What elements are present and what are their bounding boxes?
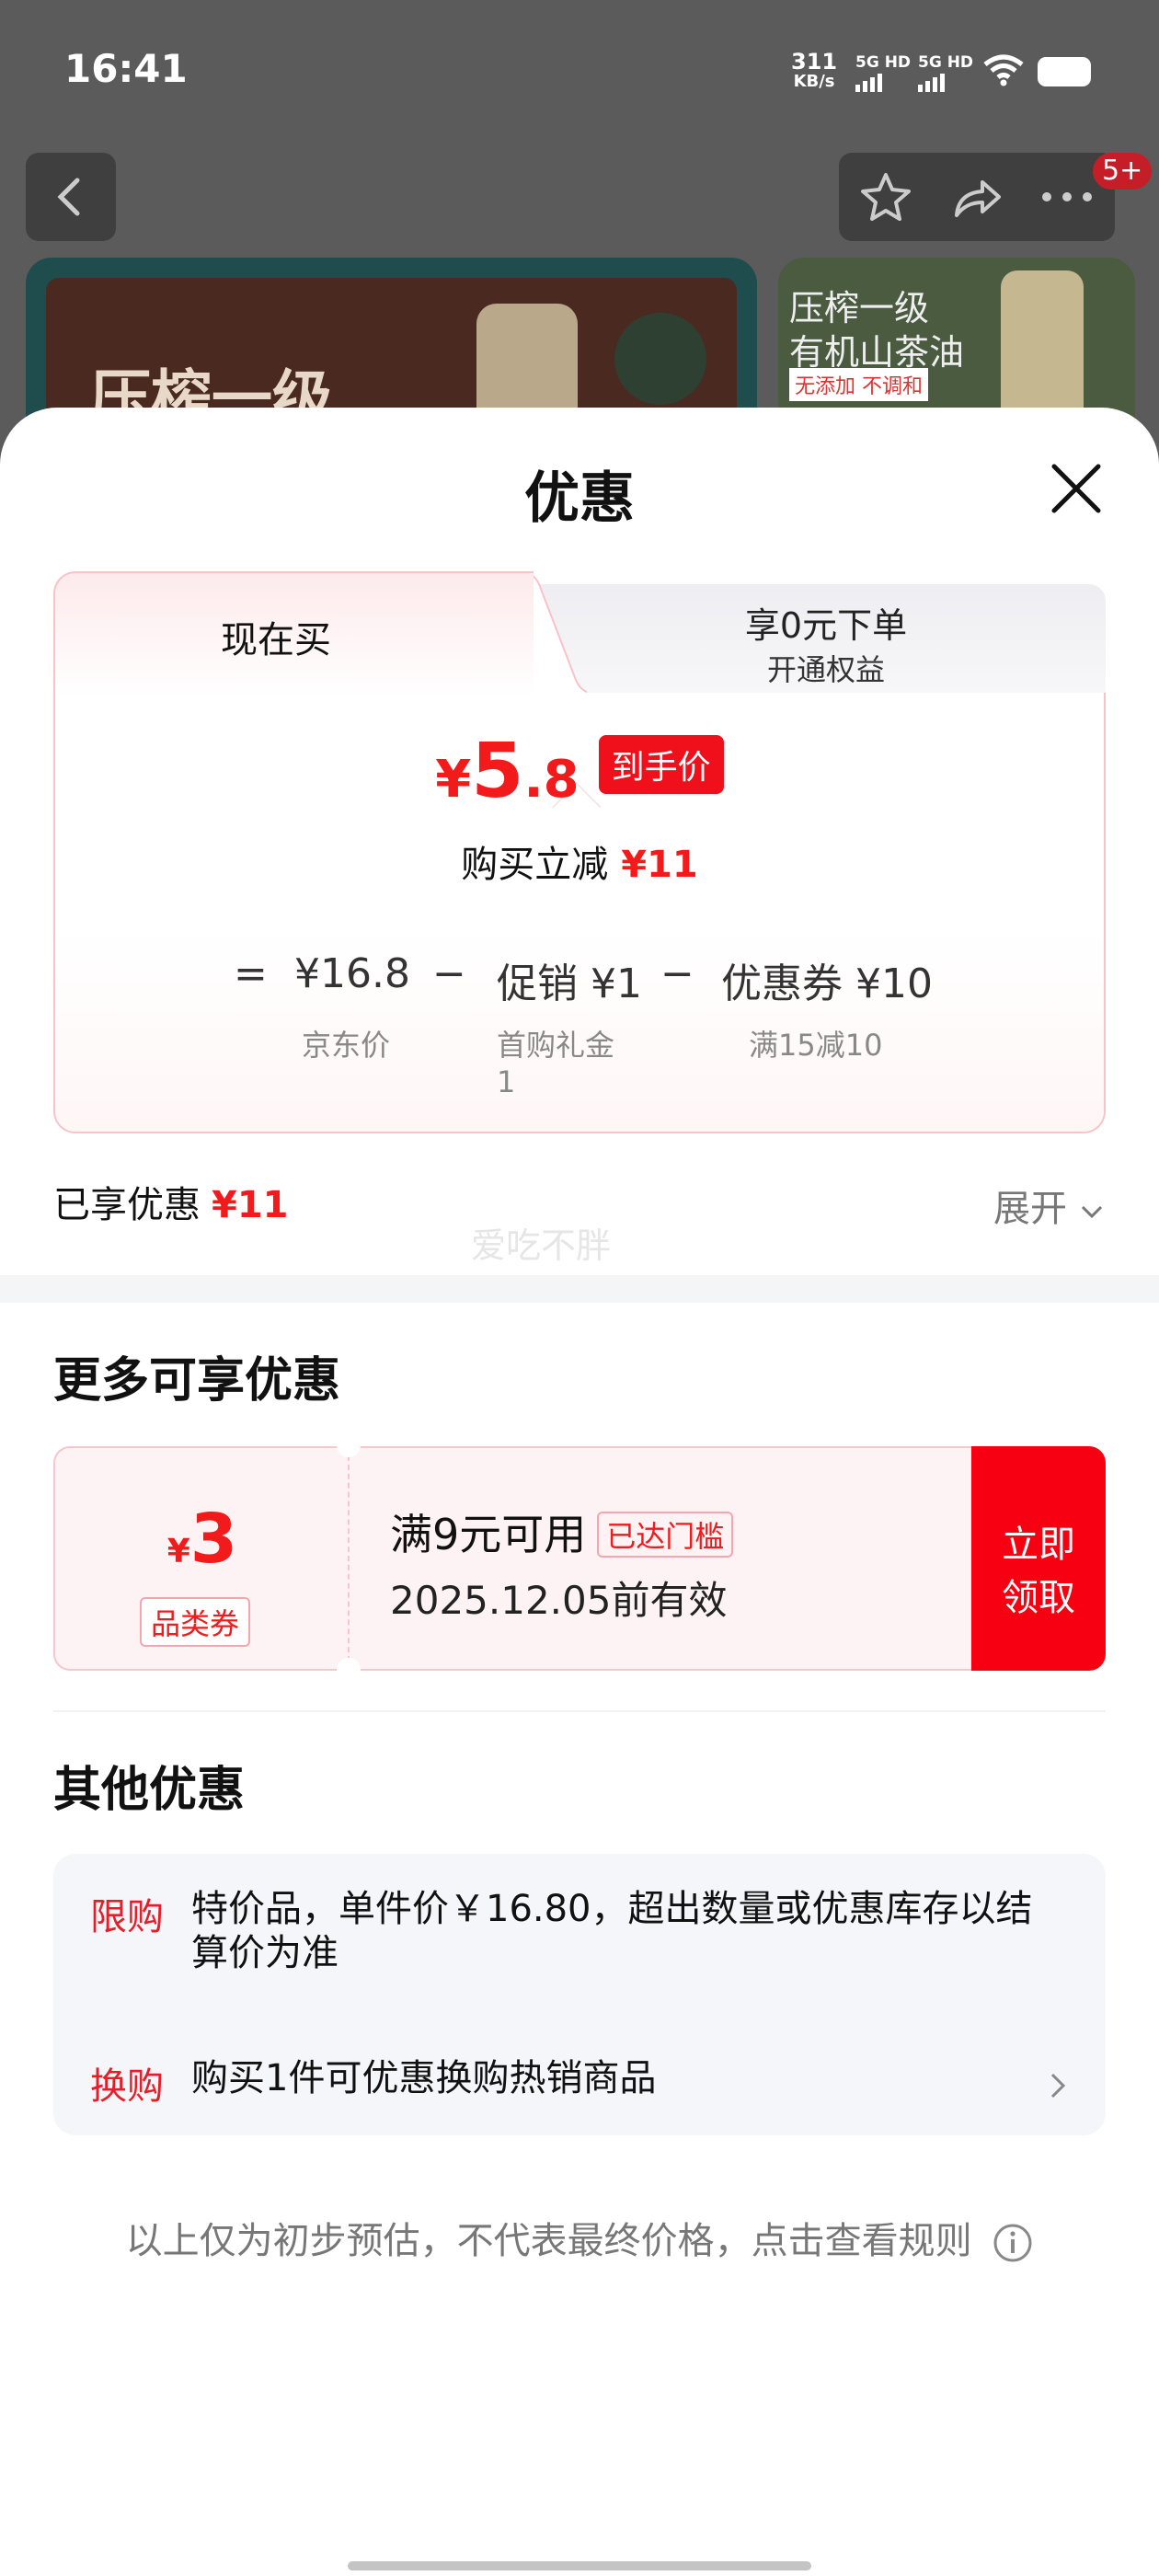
promo-label-count: 1 — [497, 1064, 516, 1099]
status-time: 16:41 — [64, 46, 188, 91]
chevron-right-icon[interactable] — [1047, 2067, 1069, 2104]
back-button[interactable] — [26, 153, 116, 241]
battery-icon — [1038, 57, 1091, 86]
more-icon[interactable] — [1039, 186, 1095, 208]
other-discounts-title: 其他优惠 — [53, 1763, 246, 1818]
final-price-tag: 到手价 — [598, 734, 724, 794]
formula-minus: − — [432, 950, 466, 997]
share-icon[interactable] — [947, 169, 1004, 224]
claim-coupon-button[interactable]: 立即 领取 — [971, 1446, 1106, 1671]
wifi-icon — [983, 54, 1024, 86]
cart-badge: 5+ — [1093, 153, 1153, 190]
tab-buy-now[interactable]: 现在买 — [53, 571, 534, 696]
background-page: 16:41 311 KB/s 5G HD 5G HD 5+ 压榨一级 压榨一级 … — [0, 0, 1159, 497]
coupon-type-badge: 品类券 — [140, 1597, 251, 1647]
price-panel: 享0元下单 开通权益 现在买 ¥5.8 到手价 购买立减 ¥11 = ¥16.8 … — [53, 571, 1106, 1133]
coupon-validity: 2025.12.05前有效 — [390, 1578, 728, 1623]
status-bar: 16:41 311 KB/s 5G HD 5G HD — [0, 0, 1159, 138]
coupon-label: 满15减10 — [749, 1028, 883, 1063]
purchase-limit-label: 限购 — [90, 1896, 164, 1938]
sim2-signal-icon: 5G HD — [918, 53, 973, 92]
coupon-condition: 满9元可用 已达门槛 — [390, 1501, 734, 1562]
threshold-reached-badge: 已达门槛 — [597, 1511, 734, 1558]
coupon-amount: 优惠券 ¥10 — [721, 960, 933, 1007]
category-coupon: ¥3 品类券 满9元可用 已达门槛 2025.12.05前有效 立即 领取 — [53, 1433, 1106, 1682]
chevron-left-icon — [57, 178, 80, 216]
close-icon[interactable] — [1047, 459, 1106, 518]
price-disclaimer[interactable]: 以上仅为初步预估，不代表最终价格，点击查看规则 — [0, 2211, 1159, 2264]
promo-label: 首购礼金 — [497, 1028, 615, 1063]
star-icon[interactable] — [857, 169, 914, 224]
formula-equals: = — [234, 950, 268, 997]
more-discounts-title: 更多可享优惠 — [53, 1353, 341, 1409]
instant-reduction: 购买立减 ¥11 — [461, 844, 698, 886]
expand-button[interactable]: 展开 — [993, 1179, 1105, 1232]
promo-amount: 促销 ¥1 — [497, 960, 642, 1007]
chef-logo — [614, 313, 706, 405]
final-price: ¥5.8 到手价 — [53, 728, 1106, 815]
jd-price-label: 京东价 — [302, 1028, 391, 1063]
chevron-down-icon — [1081, 1205, 1102, 1219]
divider — [53, 1710, 1106, 1712]
purchase-limit-text: 特价品，单件价￥16.80，超出数量或优惠库存以结算价为准 — [191, 1888, 1033, 1974]
coupon-value: ¥3 — [166, 1500, 238, 1579]
discount-sheet: 优惠 享0元下单 开通权益 现在买 ¥5.8 到手价 购买立减 ¥11 = ¥1… — [0, 408, 1159, 2576]
exchange-text: 购买1件可优惠换购热销商品 — [191, 2057, 657, 2099]
tabs: 享0元下单 开通权益 现在买 — [53, 571, 1106, 696]
section-divider — [0, 1275, 1159, 1303]
jd-price: ¥16.8 — [294, 950, 410, 997]
formula-minus: − — [660, 950, 694, 997]
exchange-label: 换购 — [90, 2065, 164, 2108]
sheet-title: 优惠 — [524, 466, 635, 531]
enjoyed-discount: 已享优惠 ¥11 — [53, 1184, 289, 1226]
sim1-signal-icon: 5G HD — [855, 53, 911, 92]
network-speed: 311 KB/s — [791, 49, 838, 91]
info-icon[interactable] — [993, 2223, 1033, 2263]
other-discounts-list: 限购 特价品，单件价￥16.80，超出数量或优惠库存以结算价为准 换购 购买1件… — [53, 1854, 1106, 2135]
home-indicator[interactable] — [348, 2561, 811, 2570]
watermark: 爱吃不胖 — [471, 1225, 612, 1266]
top-action-group — [839, 153, 1115, 241]
